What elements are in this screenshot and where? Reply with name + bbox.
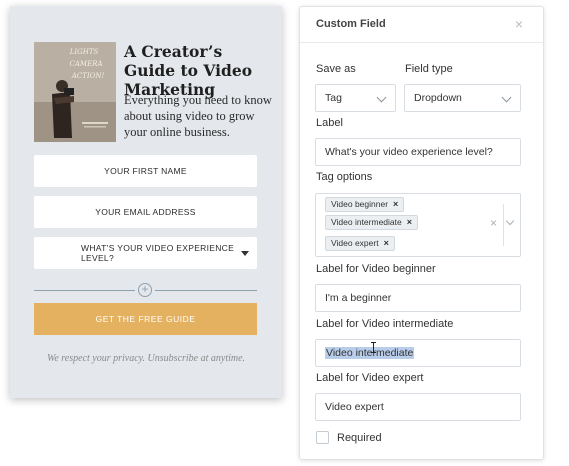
label-for-intermediate-label: Label for Video intermediate	[316, 318, 454, 330]
remove-tag-icon[interactable]: ×	[407, 217, 412, 227]
panel-header: Custom Field ×	[300, 7, 543, 43]
label-input[interactable]: What's your video experience level?	[315, 138, 521, 166]
label-for-expert-label: Label for Video expert	[316, 372, 424, 384]
svg-text:CAMERA: CAMERA	[69, 60, 102, 68]
svg-text:ACTION!: ACTION!	[71, 72, 105, 80]
tag-chip-label: Video intermediate	[331, 217, 402, 227]
email-field[interactable]: YOUR EMAIL ADDRESS	[34, 196, 257, 228]
field-type-select[interactable]: Dropdown	[404, 84, 521, 112]
chevron-down-icon[interactable]	[505, 216, 515, 226]
tag-separator	[503, 204, 504, 246]
label-for-beginner-label: Label for Video beginner	[316, 263, 436, 275]
tag-chip-label: Video beginner	[331, 199, 389, 209]
text-cursor-icon	[371, 342, 378, 353]
clear-tags-icon[interactable]: ×	[490, 216, 497, 230]
intermediate-input-value: Video intermediate	[325, 347, 415, 359]
field-type-value: Dropdown	[414, 92, 462, 104]
book-cover-image: LIGHTS CAMERA ACTION!	[34, 42, 116, 142]
tag-options-label: Tag options	[316, 171, 373, 183]
tag-chip: Video intermediate ×	[325, 215, 418, 230]
tag-options-select[interactable]: Video beginner × Video intermediate × Vide…	[315, 193, 521, 257]
first-name-placeholder: YOUR FIRST NAME	[104, 166, 187, 176]
custom-field-panel: Custom Field × Save as Field type Tag Dr…	[299, 6, 544, 460]
panel-title: Custom Field	[316, 18, 386, 30]
first-name-field[interactable]: YOUR FIRST NAME	[34, 155, 257, 187]
email-placeholder: YOUR EMAIL ADDRESS	[95, 207, 196, 217]
privacy-note: We respect your privacy. Unsubscribe at …	[46, 353, 246, 364]
divider-right	[155, 290, 257, 291]
field-type-label: Field type	[405, 63, 453, 75]
label-label: Label	[316, 117, 343, 129]
experience-select[interactable]: WHAT’S YOUR VIDEO EXPERIENCE LEVEL?	[34, 237, 257, 269]
tag-chip-label: Video expert	[331, 238, 379, 248]
add-field-plus-icon[interactable]: +	[138, 283, 152, 297]
experience-placeholder: WHAT’S YOUR VIDEO EXPERIENCE LEVEL?	[81, 243, 235, 263]
chevron-down-icon	[376, 92, 387, 103]
label-for-intermediate-input[interactable]: Video intermediate	[315, 339, 521, 367]
get-guide-button[interactable]: GET THE FREE GUIDE	[34, 303, 257, 335]
book-cover-illustration: LIGHTS CAMERA ACTION!	[34, 42, 116, 142]
label-for-beginner-input[interactable]: I'm a beginner	[315, 284, 521, 312]
required-checkbox[interactable]	[316, 431, 329, 444]
expert-input-value: Video expert	[325, 401, 384, 413]
tag-chip: Video expert ×	[325, 236, 395, 251]
remove-tag-icon[interactable]: ×	[384, 238, 389, 248]
required-label: Required	[337, 432, 382, 444]
chevron-down-icon	[501, 92, 512, 103]
guide-title: A Creator’s Guide to Video Marketing	[124, 42, 253, 99]
guide-subtitle: Everything you need to know about using …	[124, 93, 272, 139]
save-as-select[interactable]: Tag	[315, 84, 396, 112]
caret-down-icon	[241, 251, 249, 256]
close-icon[interactable]: ×	[515, 16, 523, 32]
label-input-value: What's your video experience level?	[325, 146, 493, 158]
form-preview-card: LIGHTS CAMERA ACTION! A Creator’s Guide …	[10, 6, 282, 398]
beginner-input-value: I'm a beginner	[325, 292, 392, 304]
tag-chip: Video beginner ×	[325, 197, 405, 212]
save-as-label: Save as	[316, 63, 356, 75]
remove-tag-icon[interactable]: ×	[393, 199, 398, 209]
save-as-value: Tag	[325, 92, 342, 104]
cover-title-text: LIGHTS	[69, 48, 99, 56]
divider-left	[34, 290, 135, 291]
label-for-expert-input[interactable]: Video expert	[315, 393, 521, 421]
